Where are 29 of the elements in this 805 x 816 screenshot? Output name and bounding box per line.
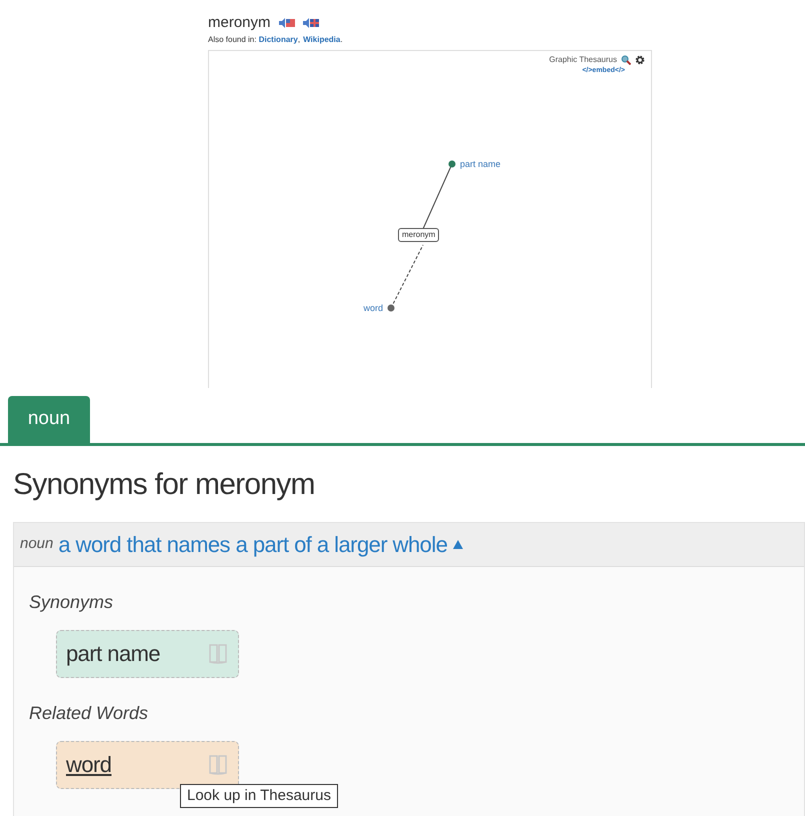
word-text[interactable]: word <box>66 748 112 781</box>
group-title: Synonyms <box>29 590 114 614</box>
page-heading: Synonyms for meronym <box>13 470 316 500</box>
search-icon[interactable] <box>621 54 631 64</box>
word-text[interactable]: part name <box>66 637 160 670</box>
collapse-arrow-icon[interactable] <box>452 538 464 550</box>
punctuation-text: , <box>298 34 300 44</box>
center-node[interactable]: meronym <box>398 228 440 242</box>
word-chip[interactable]: word <box>56 740 239 788</box>
sense-definition[interactable]: a word that names a part of a larger whole <box>58 528 448 560</box>
speaker-flag-icon[interactable] <box>278 18 295 28</box>
node-dot[interactable] <box>388 304 394 311</box>
tooltip: Look up in Thesaurus <box>180 784 338 808</box>
sense-header[interactable]: noun a word that names a part of a larger whole <box>14 522 804 566</box>
graph-title: Graphic Thesaurus <box>549 54 617 66</box>
node-label[interactable]: word <box>363 302 383 312</box>
tab[interactable]: noun <box>8 396 90 442</box>
settings-icon[interactable] <box>635 54 645 64</box>
node-label[interactable]: part name <box>460 158 501 168</box>
word-chip[interactable]: part name <box>56 630 239 678</box>
node-dot[interactable] <box>448 160 456 167</box>
part-of-speech: noun <box>20 534 54 554</box>
source-link[interactable]: Wikipedia <box>303 34 340 44</box>
headword: meronym <box>208 13 271 33</box>
also-found-label: Also found in: <box>208 34 258 44</box>
group-title: Related Words <box>29 702 150 724</box>
speaker-flag-icon[interactable] <box>302 18 319 28</box>
punctuation-text: . <box>340 34 343 44</box>
source-link[interactable]: Dictionary <box>258 34 298 44</box>
